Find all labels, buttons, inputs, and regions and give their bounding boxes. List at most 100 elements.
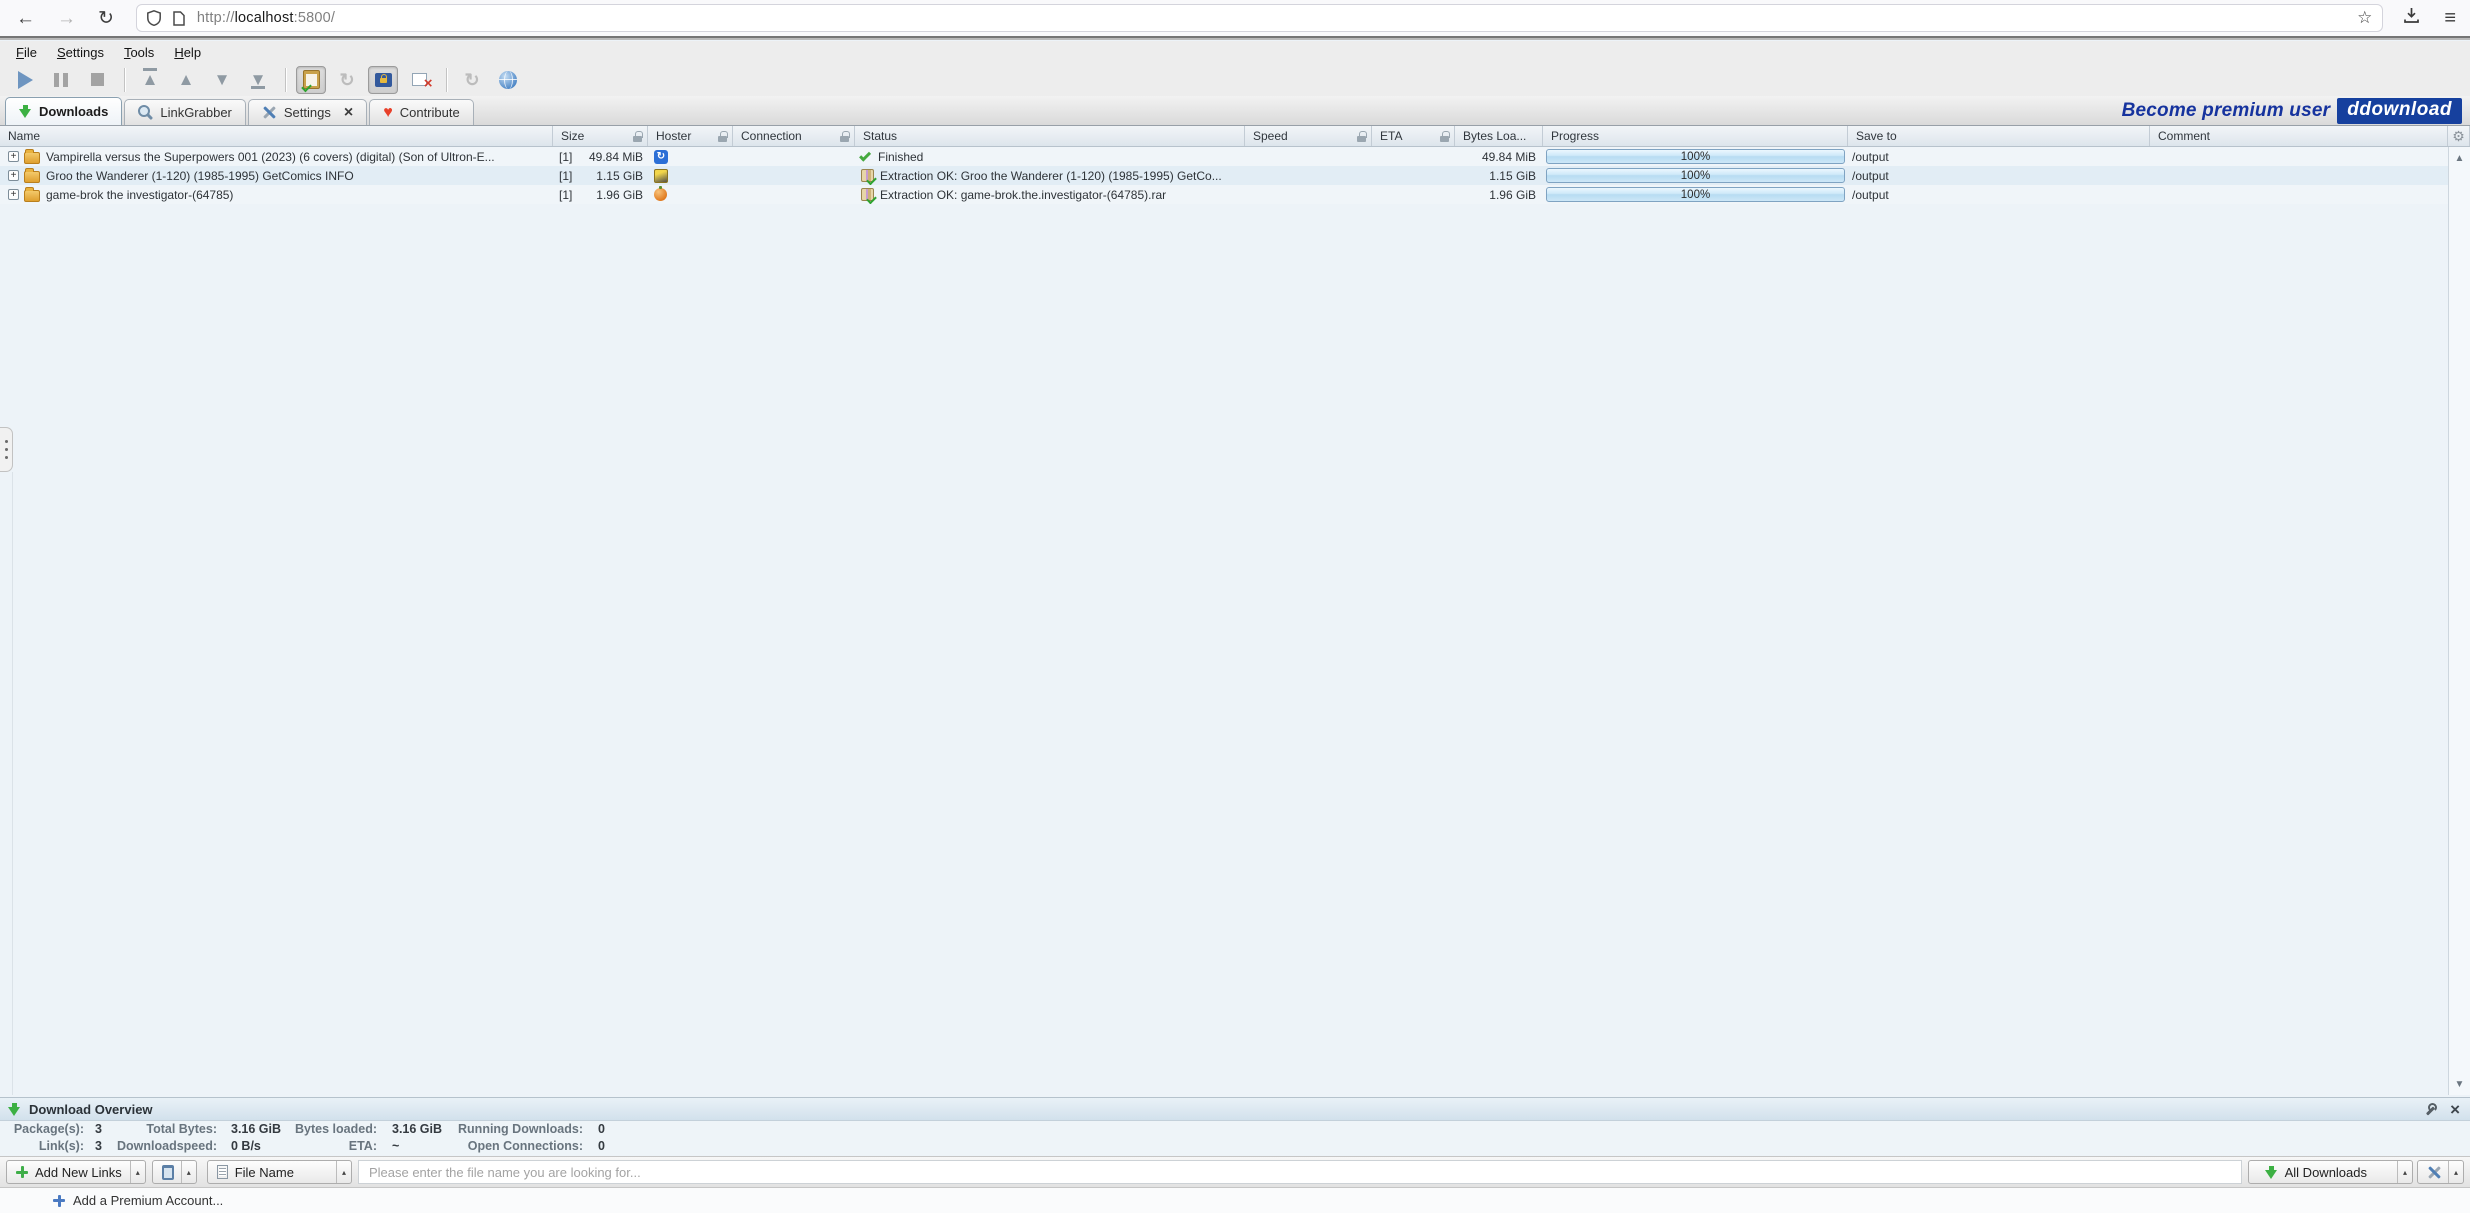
add-premium-account-link[interactable]: Add a Premium Account...	[73, 1193, 223, 1208]
menu-bar: File Settings Tools Help	[0, 41, 2470, 63]
column-header-progress[interactable]: Progress	[1543, 126, 1848, 146]
overview-close-icon[interactable]: ×	[2450, 1101, 2460, 1118]
expand-package-button[interactable]: +	[8, 170, 19, 181]
menu-tools[interactable]: Tools	[114, 43, 164, 62]
browser-reload-button[interactable]: ↻	[98, 9, 114, 28]
package-name: game-brok the investigator-(64785)	[46, 188, 233, 202]
shield-icon[interactable]	[147, 10, 161, 26]
column-header-bytes-loaded[interactable]: Bytes Loa...	[1455, 126, 1543, 146]
expand-package-button[interactable]: +	[8, 189, 19, 200]
view-selector-popup-arrow[interactable]: ▴	[2397, 1161, 2412, 1183]
column-header-hoster[interactable]: Hoster	[648, 126, 733, 146]
add-new-links-popup-arrow[interactable]: ▴	[130, 1161, 145, 1183]
pause-downloads-button[interactable]	[46, 66, 76, 94]
search-input[interactable]	[358, 1160, 2242, 1184]
clear-list-button[interactable]	[404, 66, 434, 94]
bookmark-star-icon[interactable]: ☆	[2357, 8, 2372, 28]
scrollbar-up-button[interactable]: ▲	[2449, 149, 2470, 167]
reconnect-button[interactable]: ↻	[332, 66, 362, 94]
column-header-comment[interactable]: Comment	[2150, 126, 2448, 146]
package-name: Groo the Wanderer (1-120) (1985-1995) Ge…	[46, 169, 354, 183]
start-downloads-button[interactable]	[10, 66, 40, 94]
browser-back-button[interactable]: ←	[16, 9, 35, 28]
heart-icon: ♥	[383, 105, 393, 121]
side-panel-handle[interactable]	[0, 427, 13, 472]
ddownload-logo: ddownload	[2337, 98, 2462, 124]
move-up-button[interactable]: ▲	[171, 66, 201, 94]
menu-settings[interactable]: Settings	[47, 43, 114, 62]
lock-icon	[1357, 131, 1366, 142]
move-to-top-button[interactable]: ▲	[135, 66, 165, 94]
tab-settings[interactable]: Settings ×	[248, 99, 367, 125]
tab-downloads[interactable]: Downloads	[5, 97, 122, 125]
table-vertical-scrollbar[interactable]: ▲ ▼	[2448, 147, 2470, 1095]
tab-linkgrabber[interactable]: LinkGrabber	[124, 99, 246, 125]
column-header-size[interactable]: Size	[553, 126, 648, 146]
column-header-name[interactable]: Name	[0, 126, 553, 146]
web-interface-button[interactable]	[493, 66, 523, 94]
tab-linkgrabber-label: LinkGrabber	[160, 105, 232, 120]
stat-label: Downloadspeed:	[100, 1139, 217, 1153]
link-count: [1]	[559, 188, 572, 202]
update-icon: ↻	[464, 71, 479, 89]
tab-contribute[interactable]: ♥ Contribute	[369, 99, 473, 125]
column-header-connection[interactable]: Connection	[733, 126, 855, 146]
save-to-path: /output	[1852, 188, 1889, 202]
overview-settings-icon[interactable]	[2424, 1103, 2437, 1116]
column-settings-button[interactable]: ⚙	[2448, 126, 2470, 146]
move-up-icon: ▲	[178, 71, 195, 88]
tools-icon	[2427, 1165, 2442, 1180]
premium-alert-toggle[interactable]	[368, 66, 398, 94]
side-panel-splitter	[12, 472, 13, 1095]
table-row[interactable]: + Groo the Wanderer (1-120) (1985-1995) G…	[0, 166, 2448, 185]
table-header: Name Size Hoster Connection Status Speed…	[0, 126, 2470, 147]
move-to-bottom-button[interactable]: ▼	[243, 66, 273, 94]
download-arrow-icon	[19, 105, 32, 118]
premium-banner[interactable]: Become premium user ddownload	[2122, 98, 2462, 124]
stop-downloads-button[interactable]	[82, 66, 112, 94]
add-new-links-button[interactable]: Add New Links ▴	[6, 1160, 146, 1184]
bottom-toolbar: Add New Links ▴ ▴ File Name ▴ All Downlo…	[0, 1156, 2470, 1188]
speed-cell	[1245, 147, 1372, 166]
menu-help[interactable]: Help	[164, 43, 211, 62]
search-category-popup-arrow[interactable]: ▴	[336, 1161, 351, 1183]
premium-lock-icon	[375, 73, 392, 87]
status-text: Extraction OK: game-brok.the.investigato…	[880, 188, 1166, 202]
close-settings-tab-icon[interactable]: ×	[344, 105, 353, 121]
browser-forward-button[interactable]: →	[57, 9, 76, 28]
clipboard-observer-toggle[interactable]	[296, 66, 326, 94]
paste-links-button[interactable]: ▴	[152, 1160, 197, 1184]
browser-menu-icon[interactable]: ≡	[2444, 7, 2456, 30]
browser-url-bar[interactable]: http://localhost:5800/ ☆	[136, 4, 2383, 32]
table-row[interactable]: +Vampirella versus the Superpowers 001 (…	[0, 147, 2448, 166]
browser-chrome: ← → ↻ http://localhost:5800/ ☆ ≡	[0, 0, 2470, 38]
status-text: Finished	[878, 150, 923, 164]
search-category-button[interactable]: File Name ▴	[207, 1160, 352, 1184]
toolbar-separator	[124, 68, 125, 92]
add-new-links-label: Add New Links	[35, 1165, 122, 1180]
search-category-label: File Name	[235, 1165, 294, 1180]
bottom-tools-button[interactable]: ▴	[2417, 1160, 2464, 1184]
expand-package-button[interactable]: +	[8, 151, 19, 162]
update-button[interactable]: ↻	[457, 66, 487, 94]
table-row[interactable]: +game-brok the investigator-(64785) [1]1…	[0, 185, 2448, 204]
column-header-speed[interactable]: Speed	[1245, 126, 1372, 146]
column-header-status[interactable]: Status	[855, 126, 1245, 146]
speed-cell	[1245, 185, 1372, 204]
clear-list-icon	[412, 73, 427, 86]
scrollbar-down-button[interactable]: ▼	[2449, 1075, 2470, 1093]
stat-label: Total Bytes:	[100, 1122, 217, 1136]
move-down-button[interactable]: ▼	[207, 66, 237, 94]
menu-file[interactable]: File	[6, 43, 47, 62]
page-info-icon[interactable]	[173, 11, 185, 26]
view-selector-button[interactable]: All Downloads ▴	[2248, 1160, 2413, 1184]
ddownload-hoster-icon: ↻	[654, 150, 668, 164]
paste-links-popup-arrow[interactable]: ▴	[181, 1161, 196, 1183]
bottom-tools-popup-arrow[interactable]: ▴	[2448, 1161, 2463, 1183]
toolbar-separator	[446, 68, 447, 92]
globe-icon	[499, 71, 517, 89]
browser-downloads-icon[interactable]	[2403, 7, 2420, 29]
column-header-save-to[interactable]: Save to	[1848, 126, 2150, 146]
stat-label: Running Downloads:	[430, 1122, 583, 1136]
column-header-eta[interactable]: ETA	[1372, 126, 1455, 146]
